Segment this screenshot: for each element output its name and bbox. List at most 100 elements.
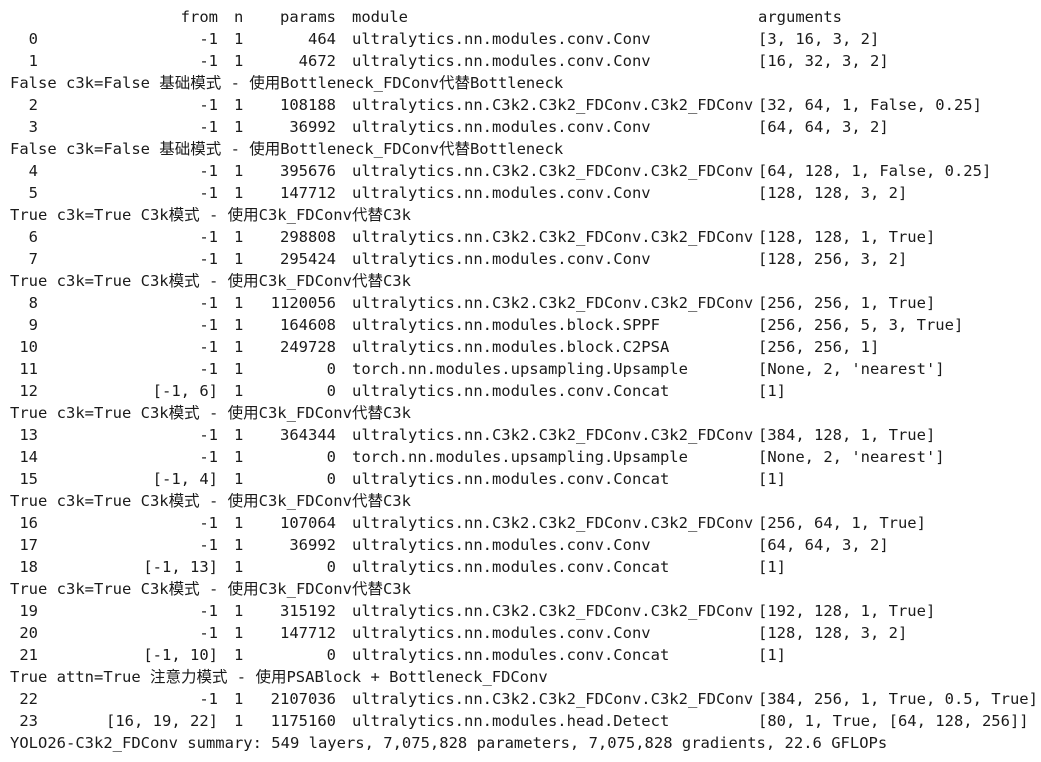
from-cell: -1 (199, 294, 218, 312)
output-lines: 0 -1 1 464 ultralytics.nn.modules.conv.Conv[… (0, 28, 1041, 754)
arguments-cell: [32, 64, 1, False, 0.25] (758, 96, 982, 114)
module-cell: ultralytics.nn.modules.block.SPPF (352, 316, 660, 334)
params-cell: 315192 (280, 602, 336, 620)
module-cell: ultralytics.nn.modules.conv.Concat (352, 382, 670, 400)
log-message-text: YOLO26-C3k2_FDConv summary: 549 layers, … (10, 734, 888, 752)
n-cell: 1 (234, 470, 244, 488)
table-row: 10 -1 1 249728 ultralytics.nn.modules.block.… (0, 336, 1041, 358)
n-cell: 1 (234, 624, 244, 642)
from-cell: [-1, 4] (152, 470, 218, 488)
module-cell: torch.nn.modules.upsampling.Upsample (352, 360, 688, 378)
n-cell: 1 (234, 162, 244, 180)
table-row: 21 [-1, 10] 1 0 ultralytics.nn.modules.conv.… (0, 644, 1041, 666)
from-cell: -1 (199, 514, 218, 532)
table-row: 19 -1 1 315192 ultralytics.nn.C3k2.C3k2_FDCo… (0, 600, 1041, 622)
module-cell: ultralytics.nn.C3k2.C3k2_FDConv.C3k2_FDC… (352, 162, 754, 180)
module-cell: ultralytics.nn.modules.conv.Concat (352, 470, 670, 488)
params-cell: 364344 (280, 426, 336, 444)
n-cell: 1 (234, 228, 244, 246)
arguments-cell: [None, 2, 'nearest'] (758, 360, 945, 378)
table-row: 1 -1 1 4672 ultralytics.nn.modules.conv.Conv… (0, 50, 1041, 72)
from-cell: -1 (199, 162, 218, 180)
table-row: 15 [-1, 4] 1 0 ultralytics.nn.modules.conv.C… (0, 468, 1041, 490)
from-cell: [16, 19, 22] (106, 712, 218, 730)
table-row: 8 -1 1 1120056 ultralytics.nn.C3k2.C3k2_FDCo… (0, 292, 1041, 314)
n-cell: 1 (234, 514, 244, 532)
from-cell: -1 (199, 96, 218, 114)
layer-index: 14 (19, 448, 38, 466)
log-message-text: True c3k=True C3k模式 - 使用C3k_FDConv代替C3k (10, 492, 411, 510)
module-cell: ultralytics.nn.C3k2.C3k2_FDConv.C3k2_FDC… (352, 96, 754, 114)
header-n: n (234, 8, 244, 26)
module-cell: ultralytics.nn.modules.conv.Conv (352, 624, 651, 642)
table-row: 20 -1 1 147712 ultralytics.nn.modules.conv.C… (0, 622, 1041, 644)
arguments-cell: [256, 256, 1, True] (758, 294, 936, 312)
params-cell: 164608 (280, 316, 336, 334)
header-module: module (352, 8, 408, 26)
params-cell: 249728 (280, 338, 336, 356)
n-cell: 1 (234, 338, 244, 356)
layer-index: 23 (19, 712, 38, 730)
table-row: 11 -1 1 0 torch.nn.modules.upsampling.Upsamp… (0, 358, 1041, 380)
module-cell: ultralytics.nn.modules.conv.Concat (352, 558, 670, 576)
params-cell: 2107036 (270, 690, 336, 708)
n-cell: 1 (234, 426, 244, 444)
layer-index: 2 (28, 96, 38, 114)
params-cell: 298808 (280, 228, 336, 246)
module-cell: ultralytics.nn.modules.conv.Conv (352, 118, 651, 136)
module-cell: ultralytics.nn.C3k2.C3k2_FDConv.C3k2_FDC… (352, 602, 754, 620)
layer-index: 3 (28, 118, 38, 136)
layer-index: 0 (28, 30, 38, 48)
table-row: 6 -1 1 298808 ultralytics.nn.C3k2.C3k2_FDCon… (0, 226, 1041, 248)
n-cell: 1 (234, 96, 244, 114)
n-cell: 1 (234, 602, 244, 620)
layer-index: 8 (28, 294, 38, 312)
module-cell: ultralytics.nn.modules.conv.Conv (352, 30, 651, 48)
log-message-line: True c3k=True C3k模式 - 使用C3k_FDConv代替C3k (0, 402, 1041, 424)
table-row: 22 -1 1 2107036 ultralytics.nn.C3k2.C3k2_FDC… (0, 688, 1041, 710)
from-cell: -1 (199, 184, 218, 202)
console-output: from n params module arguments 0 -1 1 464 ul… (0, 6, 1041, 754)
layer-index: 9 (28, 316, 38, 334)
log-message-line: True attn=True 注意力模式 - 使用PSABlock + Bott… (0, 666, 1041, 688)
n-cell: 1 (234, 558, 244, 576)
log-message-line: False c3k=False 基础模式 - 使用Bottleneck_FDCo… (0, 72, 1041, 94)
arguments-cell: [192, 128, 1, True] (758, 602, 936, 620)
log-message-line: True c3k=True C3k模式 - 使用C3k_FDConv代替C3k (0, 490, 1041, 512)
from-cell: -1 (199, 360, 218, 378)
layer-index: 4 (28, 162, 38, 180)
params-cell: 295424 (280, 250, 336, 268)
arguments-cell: [128, 128, 3, 2] (758, 624, 908, 642)
log-message-text: True c3k=True C3k模式 - 使用C3k_FDConv代替C3k (10, 206, 411, 224)
arguments-cell: [128, 256, 3, 2] (758, 250, 908, 268)
n-cell: 1 (234, 690, 244, 708)
n-cell: 1 (234, 184, 244, 202)
module-cell: ultralytics.nn.modules.block.C2PSA (352, 338, 670, 356)
n-cell: 1 (234, 712, 244, 730)
layer-index: 6 (28, 228, 38, 246)
arguments-cell: [3, 16, 3, 2] (758, 30, 880, 48)
layer-index: 18 (19, 558, 38, 576)
params-cell: 464 (308, 30, 336, 48)
n-cell: 1 (234, 448, 244, 466)
params-cell: 0 (326, 470, 336, 488)
from-cell: -1 (199, 602, 218, 620)
layer-index: 5 (28, 184, 38, 202)
table-row: 12 [-1, 6] 1 0 ultralytics.nn.modules.conv.C… (0, 380, 1041, 402)
layer-index: 10 (19, 338, 38, 356)
log-message-line: False c3k=False 基础模式 - 使用Bottleneck_FDCo… (0, 138, 1041, 160)
params-cell: 0 (326, 448, 336, 466)
arguments-cell: [256, 256, 5, 3, True] (758, 316, 964, 334)
table-row: 7 -1 1 295424 ultralytics.nn.modules.conv.Co… (0, 248, 1041, 270)
from-cell: -1 (199, 30, 218, 48)
from-cell: -1 (199, 250, 218, 268)
layer-index: 1 (28, 52, 38, 70)
arguments-cell: [384, 128, 1, True] (758, 426, 936, 444)
params-cell: 1175160 (270, 712, 336, 730)
log-message-text: False c3k=False 基础模式 - 使用Bottleneck_FDCo… (10, 74, 564, 92)
params-cell: 147712 (280, 184, 336, 202)
layer-index: 7 (28, 250, 38, 268)
params-cell: 147712 (280, 624, 336, 642)
n-cell: 1 (234, 360, 244, 378)
arguments-cell: [16, 32, 3, 2] (758, 52, 889, 70)
